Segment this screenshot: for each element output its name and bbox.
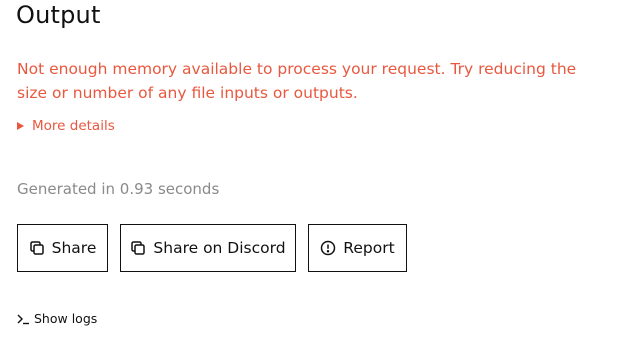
share-label: Share xyxy=(51,239,97,257)
report-label: Report xyxy=(343,239,395,257)
terminal-prompt-icon xyxy=(17,313,31,325)
output-title: Output xyxy=(16,1,101,29)
alert-circle-icon xyxy=(320,240,336,256)
generated-time: Generated in 0.93 seconds xyxy=(17,180,220,198)
copy-icon xyxy=(29,240,45,256)
copy-icon xyxy=(130,240,146,256)
share-on-discord-button[interactable]: Share on Discord xyxy=(120,224,296,272)
report-button[interactable]: Report xyxy=(308,224,407,272)
triangle-right-icon xyxy=(17,122,24,130)
more-details-label: More details xyxy=(32,118,115,134)
show-logs-label: Show logs xyxy=(34,311,98,326)
error-message: Not enough memory available to process y… xyxy=(17,60,577,102)
more-details-toggle[interactable]: More details xyxy=(17,116,115,136)
share-on-discord-label: Share on Discord xyxy=(153,239,286,257)
show-logs-toggle[interactable]: Show logs xyxy=(17,309,97,329)
share-button[interactable]: Share xyxy=(17,224,108,272)
